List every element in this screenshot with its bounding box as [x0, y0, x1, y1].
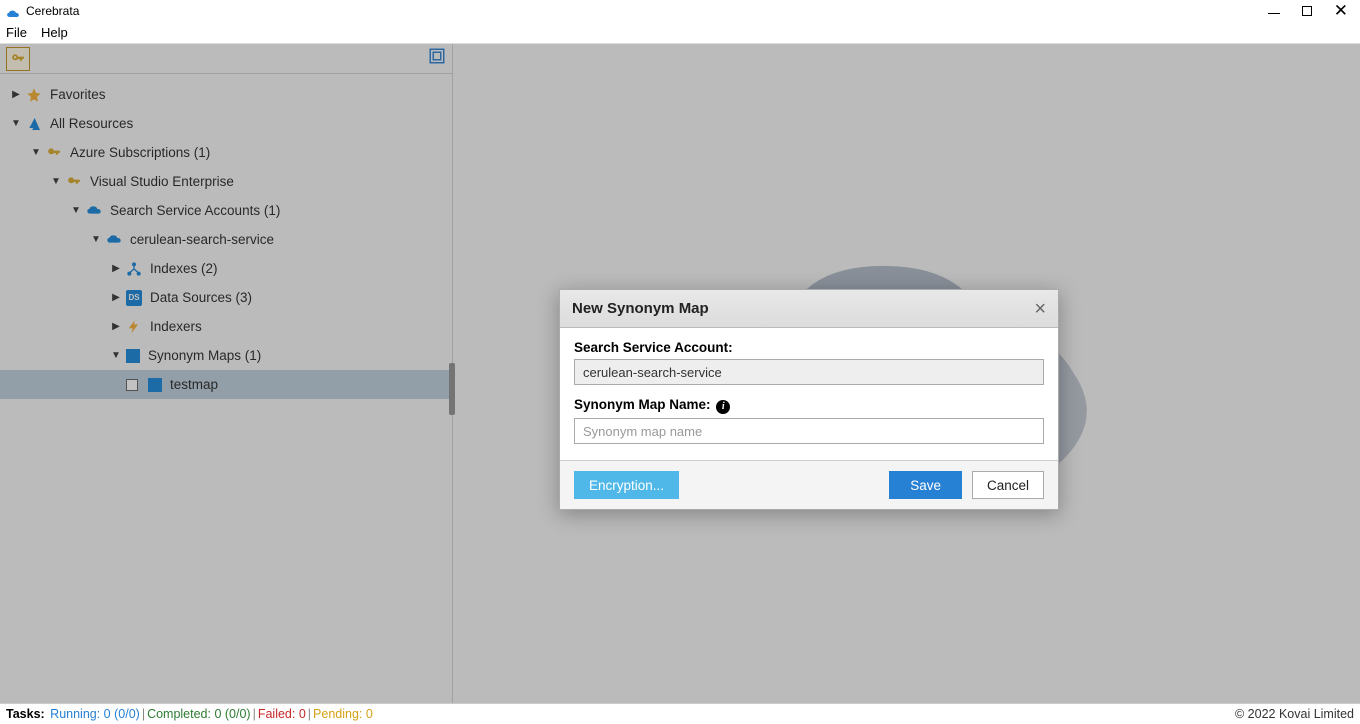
dialog-header: New Synonym Map ×: [560, 290, 1058, 328]
copyright: © 2022 Kovai Limited: [1235, 707, 1354, 721]
cancel-button[interactable]: Cancel: [972, 471, 1044, 499]
status-tasks-label: Tasks:: [6, 707, 45, 721]
window-close-button[interactable]: ✕: [1334, 6, 1348, 16]
status-completed: Completed: 0 (0/0): [147, 707, 251, 721]
status-running: Running: 0 (0/0): [50, 707, 140, 721]
dialog-title: New Synonym Map: [572, 300, 709, 317]
synonym-map-name-input[interactable]: [574, 418, 1044, 444]
menu-bar: File Help: [0, 22, 1360, 44]
info-icon[interactable]: i: [716, 400, 730, 414]
save-button[interactable]: Save: [889, 471, 962, 499]
name-label: Synonym Map Name: i: [574, 397, 1044, 414]
status-pending: Pending: 0: [313, 707, 373, 721]
status-bar: Tasks: Running: 0 (0/0) | Completed: 0 (…: [0, 703, 1360, 724]
app-logo-icon: [6, 6, 20, 16]
menu-file[interactable]: File: [6, 25, 27, 40]
dialog-footer: Encryption... Save Cancel: [560, 460, 1058, 509]
new-synonym-map-dialog: New Synonym Map × Search Service Account…: [559, 289, 1059, 510]
window-maximize-button[interactable]: [1302, 6, 1312, 16]
menu-help[interactable]: Help: [41, 25, 68, 40]
account-field: [574, 359, 1044, 385]
dialog-close-button[interactable]: ×: [1034, 299, 1046, 319]
window-minimize-button[interactable]: [1268, 13, 1280, 14]
encryption-button[interactable]: Encryption...: [574, 471, 679, 499]
app-title: Cerebrata: [26, 4, 79, 18]
window-titlebar: Cerebrata ✕: [0, 0, 1360, 22]
status-failed: Failed: 0: [258, 707, 306, 721]
account-label: Search Service Account:: [574, 340, 1044, 355]
